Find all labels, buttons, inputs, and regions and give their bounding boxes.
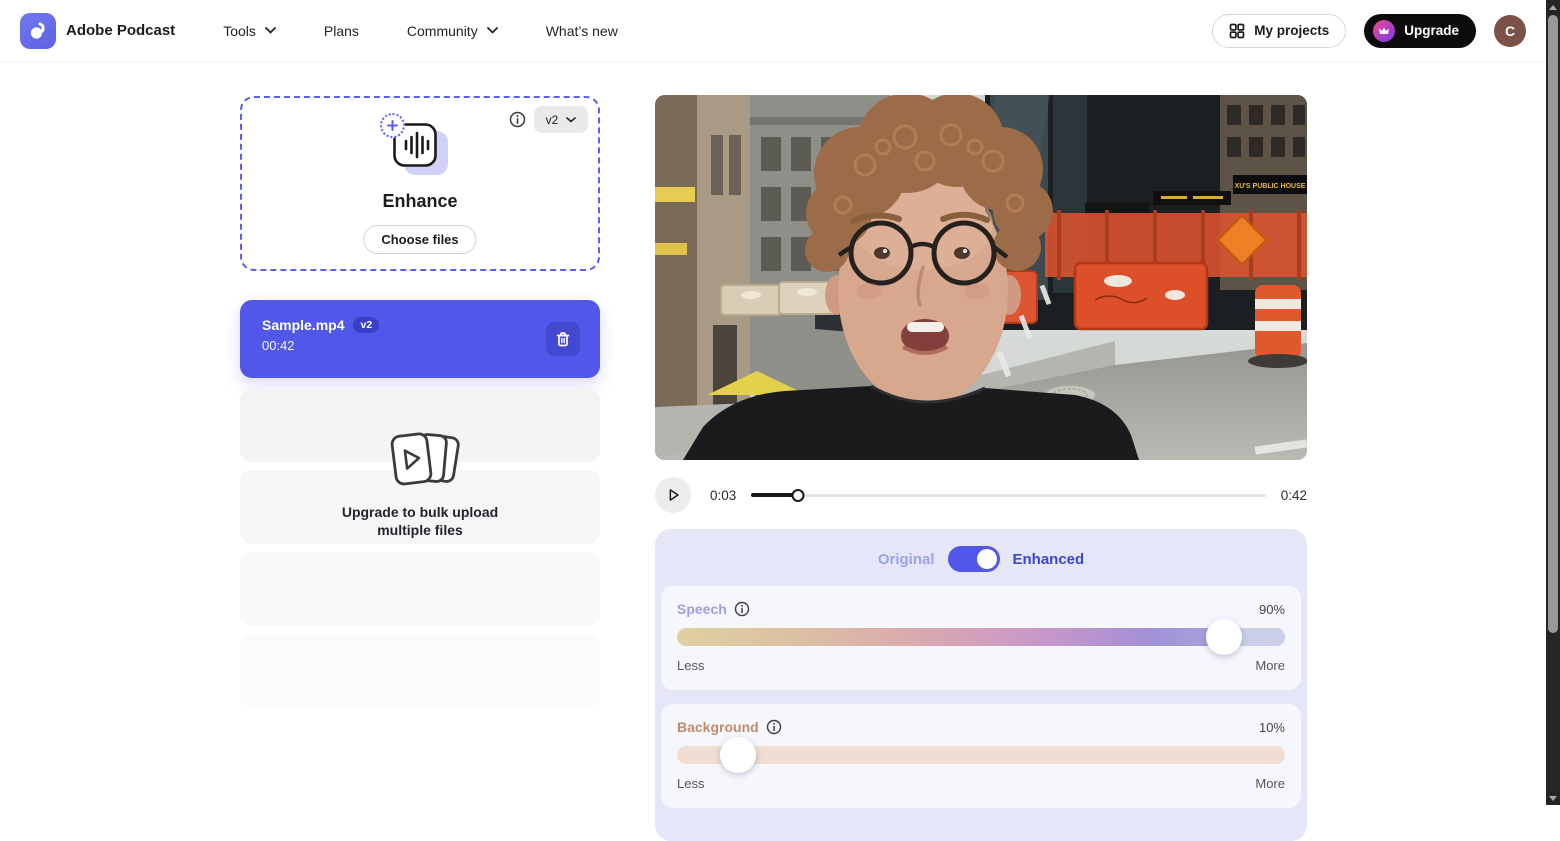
file-version-badge: v2 (353, 317, 379, 333)
upgrade-button[interactable]: Upgrade (1364, 14, 1476, 48)
background-slider-knob[interactable] (720, 737, 756, 773)
toggle-label-enhanced: Enhanced (1013, 551, 1085, 568)
video-preview[interactable]: XU'S PUBLIC HOUSE 25 E. 15th St. (655, 95, 1307, 460)
enhance-title: Enhance (242, 191, 598, 212)
speech-slider-track[interactable] (677, 628, 1285, 646)
storefront-sign-text: XU'S PUBLIC HOUSE (1235, 183, 1306, 190)
adobe-podcast-logo-icon[interactable] (20, 13, 56, 49)
file-sidebar: v2 Enhance Choose files (240, 96, 600, 716)
placeholder-slot (240, 552, 600, 626)
seek-track[interactable] (751, 494, 1265, 497)
file-name: Sample.mp4 (262, 317, 344, 333)
enhance-waveform-icon (392, 122, 448, 174)
info-icon[interactable] (509, 111, 526, 133)
playback-controls: 0:03 0:42 (655, 477, 1307, 513)
file-duration: 00:42 (262, 338, 578, 353)
video-frame-illustration: XU'S PUBLIC HOUSE 25 E. 15th St. (655, 95, 1307, 460)
playhead-knob[interactable] (791, 489, 804, 502)
chevron-down-icon (566, 117, 576, 123)
enhance-settings-panel: Original Enhanced Speech 90% (655, 529, 1307, 841)
version-select[interactable]: v2 (534, 106, 588, 133)
seek-bar[interactable] (751, 487, 1265, 503)
brand-title: Adobe Podcast (66, 22, 175, 39)
current-time: 0:03 (710, 488, 736, 503)
toggle-label-original: Original (878, 551, 935, 568)
nav-item-community[interactable]: Community (407, 23, 498, 39)
user-avatar[interactable]: C (1494, 15, 1526, 47)
upload-dropzone[interactable]: v2 Enhance Choose files (240, 96, 600, 271)
original-enhanced-toggle[interactable] (948, 546, 1000, 572)
background-more-label: More (1255, 776, 1285, 791)
speech-label: Speech (677, 601, 727, 617)
speech-slider-card: Speech 90% Less More (661, 586, 1301, 690)
compare-toggle-row: Original Enhanced (661, 546, 1301, 572)
background-slider-card: Background 10% Less More (661, 704, 1301, 808)
toggle-knob (977, 549, 997, 569)
plus-icon (380, 113, 405, 138)
scrollbar-thumb[interactable] (1548, 15, 1558, 633)
nav-item-whats-new[interactable]: What’s new (546, 23, 618, 39)
chevron-down-icon (487, 27, 498, 34)
scroll-down-icon[interactable] (1546, 791, 1560, 805)
placeholder-slot (240, 634, 600, 708)
chevron-down-icon (265, 27, 276, 34)
background-less-label: Less (677, 776, 704, 791)
background-slider-track[interactable] (677, 746, 1285, 764)
placeholder-list: Upgrade to bulk upload multiple files (240, 388, 600, 708)
info-icon[interactable] (734, 601, 750, 617)
browser-scrollbar[interactable] (1546, 0, 1560, 805)
grid-icon (1229, 23, 1245, 39)
uploaded-file-card[interactable]: Sample.mp4 v2 00:42 (240, 300, 600, 378)
speech-value: 90% (1259, 602, 1285, 617)
speech-more-label: More (1255, 658, 1285, 673)
nav-item-plans[interactable]: Plans (324, 23, 359, 39)
nav-item-tools[interactable]: Tools (223, 23, 276, 39)
scroll-up-icon[interactable] (1546, 0, 1560, 14)
info-icon[interactable] (766, 719, 782, 735)
top-right-actions: My projects Upgrade C (1212, 14, 1526, 48)
speech-slider-knob[interactable] (1206, 619, 1242, 655)
bulk-upsell-line2: multiple files (240, 521, 600, 539)
primary-nav: Tools Plans Community What’s new (223, 23, 618, 39)
crown-icon (1373, 20, 1395, 42)
bulk-upsell-line1: Upgrade to bulk upload (240, 503, 600, 521)
play-icon (661, 477, 685, 513)
top-navigation-bar: Adobe Podcast Tools Plans Community What… (0, 0, 1546, 62)
preview-pane: XU'S PUBLIC HOUSE 25 E. 15th St. (655, 95, 1307, 841)
background-label: Background (677, 719, 759, 735)
trash-icon (555, 331, 571, 348)
choose-files-button[interactable]: Choose files (363, 225, 476, 254)
background-value: 10% (1259, 720, 1285, 735)
video-files-stack-icon (377, 428, 463, 494)
bulk-upload-upsell[interactable]: Upgrade to bulk upload multiple files (240, 428, 600, 539)
total-time: 0:42 (1281, 488, 1307, 503)
play-button[interactable] (655, 477, 691, 513)
my-projects-button[interactable]: My projects (1212, 14, 1346, 48)
speech-less-label: Less (677, 658, 704, 673)
delete-file-button[interactable] (546, 322, 580, 356)
